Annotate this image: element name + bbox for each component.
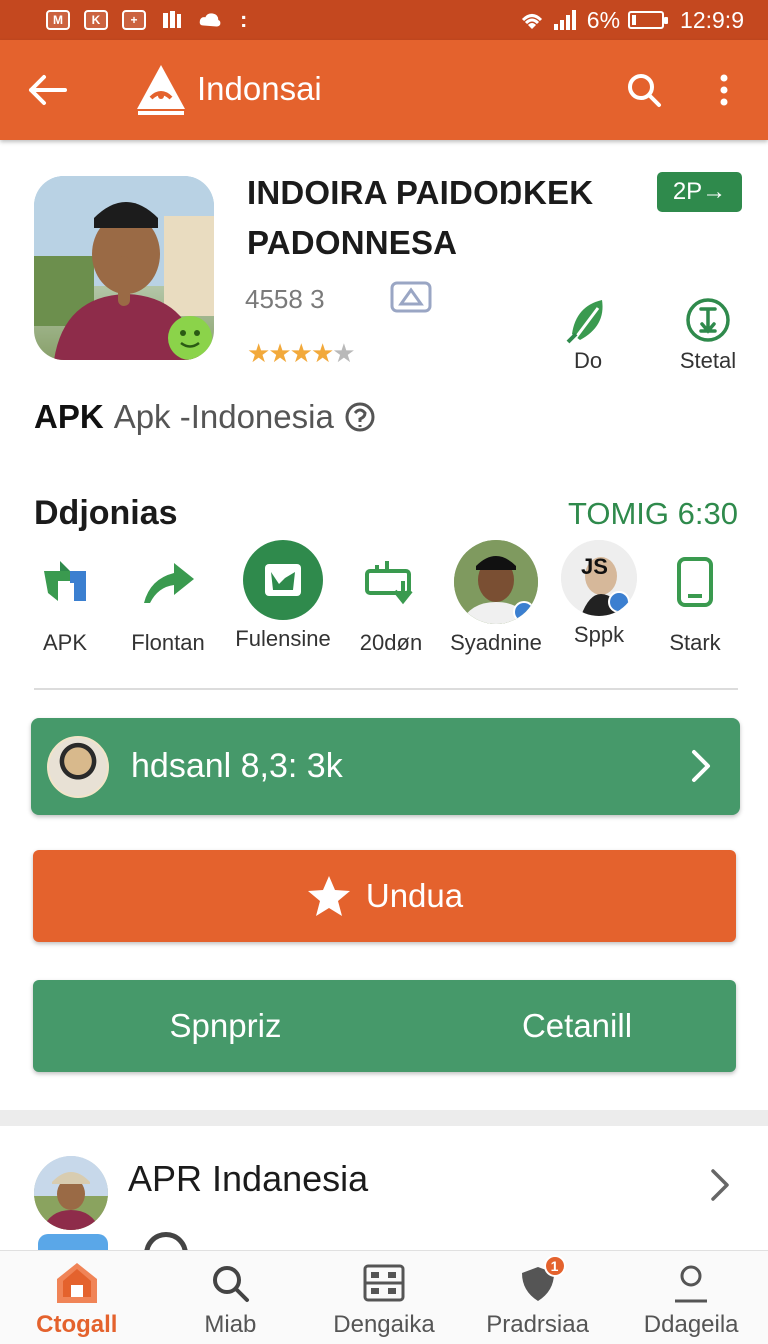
share-arrow-icon — [126, 540, 210, 624]
apk-icon — [23, 540, 107, 624]
grid-box-icon — [362, 1261, 406, 1305]
apk-label: APK — [34, 398, 104, 435]
split-button: Spnpriz Cetanill — [33, 980, 736, 1072]
download-button[interactable]: Undua — [33, 850, 736, 942]
shield-icon: 1 — [516, 1255, 566, 1305]
download-button-label: Undua — [365, 877, 464, 914]
apk-source: Apk -Indonesia — [113, 398, 334, 435]
nav-label: Miab — [204, 1311, 257, 1338]
rating-stars: ★★★★★ — [247, 338, 356, 369]
avatar-js-icon: JS — [561, 540, 637, 616]
app-bar-title: Indonsai — [197, 70, 322, 107]
avatar — [34, 1156, 108, 1230]
nav-item-dengaika[interactable]: Dengaika — [307, 1251, 461, 1344]
related-title: APR Indanesia — [128, 1158, 369, 1199]
phone-icon — [653, 540, 737, 624]
shortcut-label: Sppk — [573, 622, 625, 647]
nav-label: Dengaika — [333, 1311, 435, 1338]
person-icon — [669, 1261, 713, 1305]
action-do[interactable]: Do — [540, 296, 636, 374]
divider — [34, 688, 738, 690]
section-time: TOMIG 6:30 — [568, 496, 738, 531]
chevron-right-icon — [711, 1169, 729, 1201]
image-circle-icon — [243, 540, 323, 620]
nav-label: Pradrsiaa — [486, 1311, 589, 1338]
star-icon: ★ — [268, 338, 291, 368]
action-stetal-label: Stetal — [679, 348, 737, 373]
star-icon: ★ — [289, 338, 313, 368]
nav-label: Ddageila — [643, 1311, 739, 1338]
plus-box-icon: + — [122, 10, 146, 30]
tag-box-icon — [390, 281, 432, 313]
shortcut-flontan[interactable]: Flontan — [113, 540, 223, 656]
split-right-button[interactable]: Cetanill — [418, 980, 736, 1072]
section-title: Ddjonias — [34, 494, 178, 532]
notification-badge: 1 — [543, 1255, 566, 1277]
action-do-label: Do — [573, 348, 603, 373]
user-info-text: hdsanl 8,3: 3k — [131, 747, 343, 785]
mail-icon: M — [46, 10, 70, 30]
download-tray-icon — [349, 540, 433, 624]
battery-percent: 6% — [586, 6, 621, 33]
arrow-left-icon[interactable] — [24, 66, 72, 114]
leaf-pen-icon — [564, 296, 612, 344]
home-icon — [55, 1261, 99, 1305]
chevron-right-icon — [692, 750, 710, 782]
star-icon — [307, 876, 350, 916]
version-badge[interactable]: 2P→ — [657, 172, 742, 212]
search-icon — [208, 1261, 252, 1305]
app-bar: Indonsai — [0, 40, 768, 140]
apk-info-line: APK Apk -Indonesia — [34, 398, 376, 436]
shortcut-sppk[interactable]: JS Sppk — [544, 540, 654, 648]
status-time: 12:9:9 — [680, 6, 744, 33]
status-bar: M K + : 6% 12:9:9 — [0, 0, 768, 40]
install-circle-icon — [684, 296, 732, 344]
avatar — [47, 735, 109, 798]
app-title: INDOIRA PAIDOŊKEK PADONNESA — [247, 174, 594, 261]
status-right: 6% 12:9:9 — [519, 0, 744, 40]
avatar-man-icon — [454, 540, 538, 624]
shortcut-syadnine[interactable]: Syadnine — [441, 540, 551, 656]
calendar-icon: K — [84, 10, 108, 30]
signal-icon — [553, 10, 576, 30]
app-icon[interactable] — [34, 176, 214, 360]
shortcut-label: Stark — [669, 630, 721, 655]
shortcut-label: APK — [42, 630, 88, 655]
shortcut-20don[interactable]: 20døn — [336, 540, 446, 656]
brand-logo-icon — [137, 65, 185, 115]
more-vertical-icon[interactable] — [702, 64, 746, 116]
cloud-icon — [198, 10, 222, 30]
status-left-icons: M K + : — [0, 9, 247, 31]
star-empty-icon: ★ — [332, 338, 355, 368]
wifi-icon — [521, 14, 542, 29]
svg-text:JS: JS — [581, 554, 608, 579]
section-separator — [0, 1110, 768, 1126]
action-stetal[interactable]: Stetal — [660, 296, 756, 374]
bottom-nav: Ctogall Miab Dengaika 1 Pradrsiaa Ddagei… — [0, 1250, 768, 1344]
shortcut-label: 20døn — [359, 630, 423, 655]
shortcut-stark[interactable]: Stark — [640, 540, 750, 656]
star-icon: ★ — [247, 338, 270, 368]
battery-icon — [628, 11, 669, 29]
nav-item-ctogall[interactable]: Ctogall — [0, 1251, 154, 1344]
shortcut-fulensine[interactable]: Fulensine — [228, 540, 338, 652]
shortcut-label: Flontan — [131, 630, 205, 655]
related-app-row[interactable]: APR Indanesia — [0, 1140, 768, 1230]
nav-item-ddageila[interactable]: Ddageila — [614, 1251, 768, 1344]
info-circle-icon[interactable] — [344, 401, 376, 433]
search-icon[interactable] — [620, 64, 668, 116]
bookmark-icon — [160, 10, 184, 30]
user-info-bar[interactable]: hdsanl 8,3: 3k — [31, 718, 740, 815]
status-more: : — [240, 7, 248, 32]
nav-item-miab[interactable]: Miab — [154, 1251, 308, 1344]
shortcut-label: Fulensine — [235, 626, 331, 651]
download-count: 4558 3 — [245, 284, 325, 314]
nav-label: Ctogall — [36, 1311, 118, 1338]
shortcut-label: Syadnine — [450, 630, 542, 655]
nav-item-pradrsiaa[interactable]: 1 Pradrsiaa — [461, 1251, 615, 1344]
shortcut-row: APK Flontan Fulensine 20døn Syadnine JS … — [20, 540, 760, 660]
shortcut-apk[interactable]: APK — [10, 540, 120, 656]
star-icon: ★ — [310, 338, 334, 368]
split-left-button[interactable]: Spnpriz — [33, 980, 418, 1072]
